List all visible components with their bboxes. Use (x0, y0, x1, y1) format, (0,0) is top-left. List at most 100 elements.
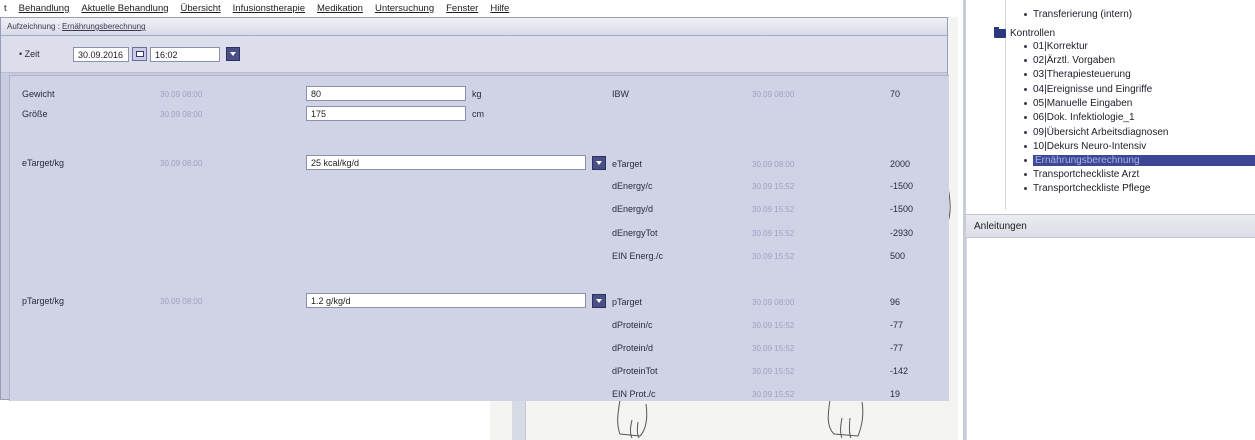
label-dprotein-d: dProtein/d (612, 343, 654, 353)
bullet-icon (1024, 59, 1027, 62)
timestamp-dprotein-d: 30.09 15:52 (752, 344, 795, 353)
nutrition-calculation-dialog: Aufzeichnung : Ernährungsberechnung • Ze… (0, 17, 949, 401)
label-groesse: Größe (22, 109, 48, 119)
unit-groesse: cm (472, 109, 484, 119)
menu-item-aktuelle-behandlung[interactable]: Aktuelle Behandlung (81, 3, 168, 14)
menu-item-medikation[interactable]: Medikation (317, 3, 363, 14)
label-ibw: IBW (612, 89, 629, 99)
menu-bar: t Behandlung Aktuelle Behandlung Übersic… (0, 0, 958, 17)
value-denergy-c: -1500 (890, 181, 914, 191)
menu-item-hilfe[interactable]: Hilfe (490, 3, 509, 14)
label-dproteintot: dProteinTot (612, 366, 658, 376)
tree-item-transferierung[interactable]: Transferierung (intern) (1024, 8, 1132, 21)
tree-item-label: 02|Ärztl. Vorgaben (1033, 55, 1116, 66)
row-etarget: eTarget 30.09 08:00 2000 (10, 155, 949, 175)
tree-item-label: 04|Ereignisse und Eingriffe (1033, 84, 1153, 95)
value-dprotein-c: -77 (890, 320, 904, 330)
tree-item-dekurs-neuro[interactable]: 10|Dekurs Neuro-Intensiv (1024, 140, 1146, 153)
value-ein-energ-c: 500 (890, 251, 906, 261)
label-dprotein-c: dProtein/c (612, 320, 653, 330)
label-denergy-d: dEnergy/d (612, 204, 654, 214)
bullet-icon (1024, 45, 1027, 48)
tree-item-label: Transportcheckliste Arzt (1033, 169, 1140, 180)
calendar-button[interactable] (132, 47, 147, 61)
bullet-icon (1024, 88, 1027, 91)
tree-item-label: Transportcheckliste Pflege (1033, 183, 1151, 194)
label-etarget: eTarget (612, 159, 643, 169)
timestamp-denergy-c: 30.09 15:52 (752, 182, 795, 191)
label-ein-prot-c: EIN Prot./c (612, 389, 656, 399)
timestamp-groesse: 30.09 08:00 (160, 110, 203, 119)
tree-item-aerztl-vorgaben[interactable]: 02|Ärztl. Vorgaben (1024, 54, 1115, 67)
timestamp-dproteintot: 30.09 15:52 (752, 367, 795, 376)
value-ibw: 70 (890, 89, 901, 99)
label-denergy-c: dEnergy/c (612, 181, 653, 191)
menu-item-infusionstherapie[interactable]: Infusionstherapie (233, 3, 305, 14)
bullet-icon (1024, 187, 1027, 190)
time-dropdown-button[interactable] (226, 47, 240, 61)
row-dprotein-d: dProtein/d 30.09 15:52 -77 (10, 339, 949, 359)
value-dproteintot: -142 (890, 366, 909, 376)
tree-item-arbeitsdiagnosen[interactable]: 09|Übersicht Arbeitsdiagnosen (1024, 126, 1168, 139)
timestamp-ein-prot-c: 30.09 15:52 (752, 390, 795, 399)
anleitungen-header[interactable]: Anleitungen (966, 214, 1255, 238)
tree-item-transport-arzt[interactable]: Transportcheckliste Arzt (1024, 168, 1139, 181)
tree-item-label: 10|Dekurs Neuro-Intensiv (1033, 141, 1147, 152)
row-ein-prot-c: EIN Prot./c 30.09 15:52 19 (10, 385, 949, 405)
tree-item-transport-pflege[interactable]: Transportcheckliste Pflege (1024, 182, 1150, 195)
row-ptarget: pTarget 30.09 08:00 96 (10, 293, 949, 313)
dialog-title-name: Ernährungsberechnung (61, 22, 146, 31)
tree-item-therapiesteuerung[interactable]: 03|Therapiesteuerung (1024, 68, 1131, 81)
menu-item-behandlung[interactable]: Behandlung (19, 3, 70, 14)
calendar-icon (135, 51, 144, 57)
time-row: • Zeit 30.09.2016 16:02 (1, 36, 947, 73)
folder-icon (994, 26, 1006, 38)
row-ibw: IBW 30.09 08:00 70 (10, 85, 949, 105)
row-denergytot: dEnergyTot 30.09 15:52 -2930 (10, 224, 949, 244)
label-ptarget: pTarget (612, 297, 643, 307)
timestamp-ibw: 30.09 08:00 (752, 90, 795, 99)
timestamp-ein-energ-c: 30.09 15:52 (752, 252, 795, 261)
label-ein-energ-c: EIN Energ./c (612, 251, 664, 261)
tree-folder-kontrollen[interactable]: Kontrollen (994, 26, 1055, 39)
time-field[interactable]: 16:02 (150, 46, 220, 62)
value-ptarget: 96 (890, 297, 901, 307)
row-ein-energ-c: EIN Energ./c 30.09 15:52 500 (10, 247, 949, 267)
tree-item-manuelle-eingaben[interactable]: 05|Manuelle Eingaben (1024, 97, 1132, 110)
timestamp-etarget: 30.09 08:00 (752, 160, 795, 169)
tree-item-ereignisse[interactable]: 04|Ereignisse und Eingriffe (1024, 83, 1152, 96)
menu-item-uebersicht[interactable]: Übersicht (181, 3, 221, 14)
navigation-tree: Transferierung (intern) Kontrollen 01|Ko… (966, 0, 1255, 211)
tree-item-dok-infektiologie[interactable]: 06|Dok. Infektiologie_1 (1024, 111, 1135, 124)
timestamp-ptarget: 30.09 08:00 (752, 298, 795, 307)
timestamp-denergy-d: 30.09 15:52 (752, 205, 795, 214)
tree-item-label: 06|Dok. Infektiologie_1 (1033, 112, 1135, 123)
row-groesse: Größe 30.09 08:00 175 cm (10, 105, 949, 125)
tree-item-label: Ernährungsberechnung (1033, 155, 1255, 166)
menu-item-untersuchung[interactable]: Untersuchung (375, 3, 434, 14)
bullet-icon (1024, 102, 1027, 105)
values-panel: Gewicht 30.09 08:00 80 kg Größe 30.09 08… (9, 75, 949, 401)
row-dprotein-c: dProtein/c 30.09 15:52 -77 (10, 316, 949, 336)
tree-item-label: Transferierung (intern) (1033, 9, 1133, 20)
bullet-icon (1024, 145, 1027, 148)
value-denergytot: -2930 (890, 228, 914, 238)
bullet-icon (1024, 159, 1027, 162)
tree-item-label: 05|Manuelle Eingaben (1033, 98, 1133, 109)
menu-item-fenster[interactable]: Fenster (446, 3, 478, 14)
value-ein-prot-c: 19 (890, 389, 901, 399)
tree-item-ernaehrungsberechnung[interactable]: Ernährungsberechnung (1024, 154, 1255, 167)
value-etarget: 2000 (890, 159, 911, 169)
groesse-input[interactable]: 175 (306, 106, 466, 121)
tree-panel: Transferierung (intern) Kontrollen 01|Ko… (963, 0, 1255, 440)
row-dproteintot: dProteinTot 30.09 15:52 -142 (10, 362, 949, 382)
tree-item-korrektur[interactable]: 01|Korrektur (1024, 40, 1088, 53)
menu-item-0[interactable]: t (4, 3, 7, 14)
date-field[interactable]: 30.09.2016 (73, 46, 129, 62)
dialog-titlebar: Aufzeichnung : Ernährungsberechnung (1, 18, 947, 36)
timestamp-dprotein-c: 30.09 15:52 (752, 321, 795, 330)
panel-divider (966, 238, 967, 440)
row-denergy-d: dEnergy/d 30.09 15:52 -1500 (10, 200, 949, 220)
time-label: • Zeit (19, 49, 40, 59)
tree-item-label: 03|Therapiesteuerung (1033, 69, 1131, 80)
